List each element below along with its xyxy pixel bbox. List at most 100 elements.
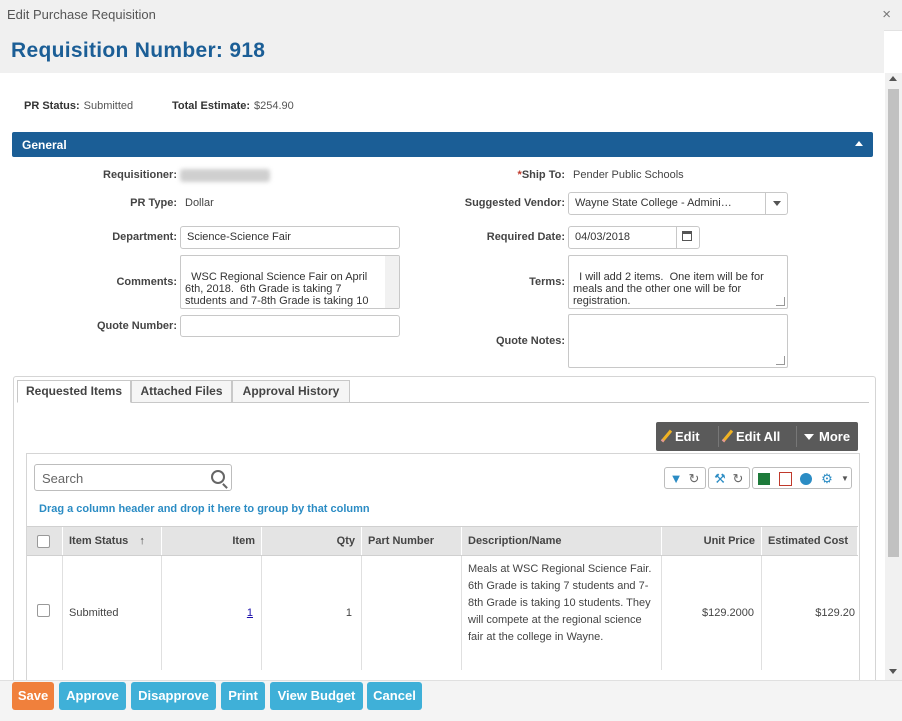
page-title: Requisition Number: 918 [11, 39, 266, 62]
divider [718, 426, 719, 447]
more-button[interactable]: More [804, 422, 850, 451]
requisitioner-value-redacted [180, 169, 270, 182]
quote-notes-textarea[interactable] [568, 314, 788, 368]
edit-button-label: Edit [675, 429, 700, 444]
tab-requested-items[interactable]: Requested Items [17, 380, 131, 403]
estimated-cost-cell: $129.20 [815, 607, 855, 619]
grid-action-bar: Edit Edit All More [656, 422, 858, 451]
calendar-icon[interactable] [676, 227, 699, 248]
ship-to-label-text: Ship To: [521, 169, 565, 181]
required-date-input[interactable]: 04/03/2018 [568, 226, 700, 249]
row-select-cell [27, 556, 63, 670]
export-toolgroup: ⚙ ▼ [752, 467, 852, 489]
column-header-item[interactable]: Item [162, 527, 262, 555]
description-cell: Meals at WSC Regional Science Fair. 6th … [462, 556, 662, 670]
pr-type-label: PR Type: [130, 197, 177, 209]
search-placeholder: Search [42, 471, 84, 486]
terms-label: Terms: [529, 276, 565, 288]
close-icon[interactable]: × [882, 6, 891, 23]
ship-to-label: *Ship To: [420, 169, 565, 181]
column-header-unit-price[interactable]: Unit Price [662, 527, 762, 555]
chevron-down-icon[interactable]: ▼ [837, 471, 853, 487]
column-header-item-status[interactable]: Item Status ↑ [63, 527, 162, 555]
requisitioner-label: Requisitioner: [103, 169, 177, 181]
column-header-description[interactable]: Description/Name [462, 527, 662, 555]
collapse-caret-icon[interactable] [855, 141, 863, 146]
suggested-vendor-select[interactable]: Wayne State College - Admini… [568, 192, 788, 215]
quote-notes-label: Quote Notes: [495, 335, 565, 347]
pr-status-label: PR Status: [24, 100, 80, 112]
column-label: Item Status [69, 535, 129, 547]
caret-down-icon [804, 434, 814, 440]
chart-icon[interactable] [798, 471, 814, 487]
total-estimate-value: $254.90 [254, 100, 294, 112]
divider [796, 426, 797, 447]
scroll-down-icon[interactable] [889, 669, 897, 674]
column-header-estimated-cost[interactable]: Estimated Cost [762, 527, 858, 555]
department-label: Department: [112, 231, 177, 243]
resize-grip-icon[interactable] [776, 356, 785, 365]
tab-attached-files[interactable]: Attached Files [131, 380, 232, 403]
comments-textarea[interactable]: WSC Regional Science Fair on April 6th, … [180, 255, 400, 309]
column-header-qty[interactable]: Qty [262, 527, 362, 555]
comments-text: WSC Regional Science Fair on April 6th, … [185, 271, 369, 308]
select-all-checkbox[interactable] [37, 535, 50, 548]
ship-to-value: Pender Public Schools [573, 169, 684, 181]
grid-search[interactable]: Search [34, 464, 232, 491]
dropdown-arrow-icon[interactable] [765, 193, 787, 214]
department-input[interactable]: Science-Science Fair [180, 226, 400, 249]
suggested-vendor-value: Wayne State College - Admini… [575, 197, 732, 209]
general-panel-title: General [22, 138, 67, 152]
total-estimate: Total Estimate: $254.90 [172, 100, 294, 112]
pr-type-value: Dollar [185, 197, 214, 209]
save-button[interactable]: Save [12, 682, 54, 710]
pr-status: PR Status: Submitted [24, 100, 133, 112]
edit-all-button[interactable]: Edit All [721, 422, 781, 451]
pencil-icon [721, 429, 734, 443]
comments-label: Comments: [116, 276, 177, 288]
more-button-label: More [819, 429, 851, 444]
quote-number-label: Quote Number: [96, 320, 177, 332]
print-button[interactable]: Print [221, 682, 265, 710]
filter-icon[interactable]: ▼ [668, 471, 684, 487]
vertical-scrollbar[interactable] [885, 73, 902, 680]
unit-price-cell: $129.2000 [662, 556, 762, 670]
row-checkbox[interactable] [37, 604, 50, 617]
search-icon[interactable] [211, 470, 225, 484]
disapprove-button[interactable]: Disapprove [131, 682, 216, 710]
cancel-button[interactable]: Cancel [367, 682, 422, 710]
sort-asc-icon[interactable]: ↑ [139, 535, 145, 547]
total-estimate-label: Total Estimate: [172, 100, 251, 112]
general-panel-header[interactable]: General [12, 132, 873, 157]
comments-scrollbar[interactable] [385, 256, 399, 308]
edit-all-button-label: Edit All [736, 429, 781, 444]
gear-icon[interactable]: ⚙ [819, 471, 835, 487]
view-budget-button[interactable]: View Budget [270, 682, 363, 710]
reset-icon[interactable]: ↻ [730, 471, 746, 487]
required-date-label: Required Date: [486, 231, 565, 243]
item-cell: 1 [162, 556, 262, 670]
scroll-thumb[interactable] [888, 89, 899, 557]
resize-grip-icon[interactable] [776, 297, 785, 306]
excel-icon[interactable] [756, 471, 772, 487]
item-link[interactable]: 1 [247, 607, 253, 619]
pencil-icon [660, 429, 673, 443]
part-number-cell [362, 556, 462, 670]
grid-header-row: Item Status ↑ Item Qty Part Number Descr… [27, 526, 858, 556]
terms-textarea[interactable]: I will add 2 items. One item will be for… [568, 255, 788, 309]
wrench-icon[interactable]: ⚒ [712, 471, 728, 487]
scroll-up-icon[interactable] [889, 76, 897, 81]
column-header-part-number[interactable]: Part Number [362, 527, 462, 555]
required-date-value: 04/03/2018 [575, 231, 631, 243]
group-drop-hint: Drag a column header and drop it here to… [39, 503, 370, 515]
tab-approval-history[interactable]: Approval History [232, 380, 350, 403]
filter-toolgroup: ▼ ↻ [664, 467, 706, 489]
quote-number-input[interactable] [180, 315, 400, 337]
dialog-titlebar: Edit Purchase Requisition × [0, 0, 902, 31]
pdf-icon[interactable] [777, 471, 793, 487]
approve-button[interactable]: Approve [59, 682, 126, 710]
refresh-icon[interactable]: ↻ [686, 471, 702, 487]
edit-button[interactable]: Edit [660, 422, 700, 451]
item-status-cell: Submitted [63, 556, 162, 670]
tools-toolgroup: ⚒ ↻ [708, 467, 750, 489]
